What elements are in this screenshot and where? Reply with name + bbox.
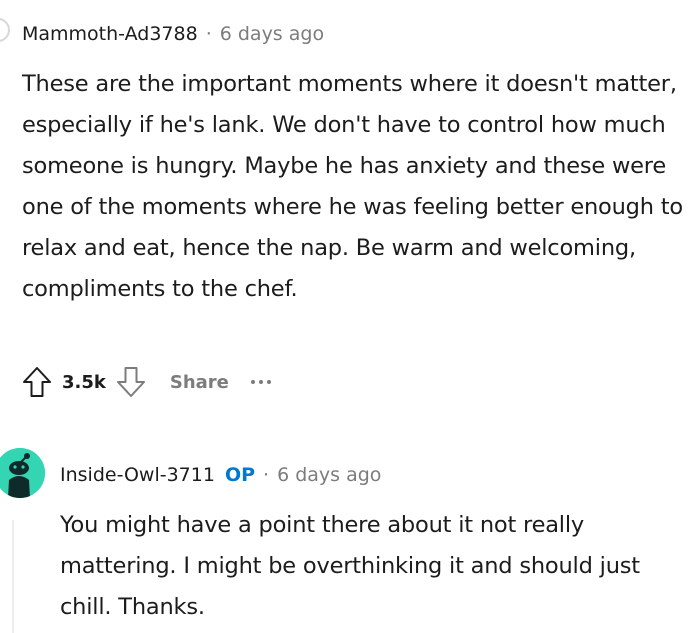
comment-thread: Mammoth-Ad3788 · 6 days ago These are th… — [0, 0, 700, 633]
ellipsis-icon — [266, 380, 271, 384]
comment-body: These are the important moments where it… — [22, 71, 683, 302]
upvote-button[interactable] — [18, 363, 56, 401]
snoo-avatar-icon — [0, 448, 45, 498]
arrow-down-icon — [116, 367, 145, 397]
comment-timestamp[interactable]: 6 days ago — [277, 464, 381, 486]
comment-author[interactable]: Mammoth-Ad3788 — [22, 23, 198, 45]
share-button[interactable]: Share — [170, 372, 229, 393]
vote-score: 3.5k — [62, 371, 106, 393]
arrow-up-icon — [23, 367, 51, 397]
comment-body: You might have a point there about it no… — [60, 512, 640, 620]
comment-author[interactable]: Inside-Owl-3711 — [60, 464, 215, 486]
ellipsis-icon — [250, 380, 255, 384]
comment-timestamp[interactable]: 6 days ago — [220, 23, 324, 45]
comment-meta: Mammoth-Ad3788 · 6 days ago — [22, 20, 324, 48]
avatar[interactable] — [0, 448, 45, 498]
more-options-button[interactable] — [250, 372, 271, 392]
downvote-button[interactable] — [112, 363, 150, 401]
thread-line[interactable] — [12, 520, 14, 633]
meta-separator: · — [205, 23, 212, 45]
op-badge: OP — [224, 464, 256, 486]
avatar[interactable] — [0, 18, 10, 42]
comment-meta: Inside-Owl-3711 OP · 6 days ago — [60, 461, 381, 489]
ellipsis-icon — [258, 380, 263, 384]
meta-separator: · — [263, 464, 270, 486]
comment-actions: 3.5k Share — [18, 360, 271, 404]
